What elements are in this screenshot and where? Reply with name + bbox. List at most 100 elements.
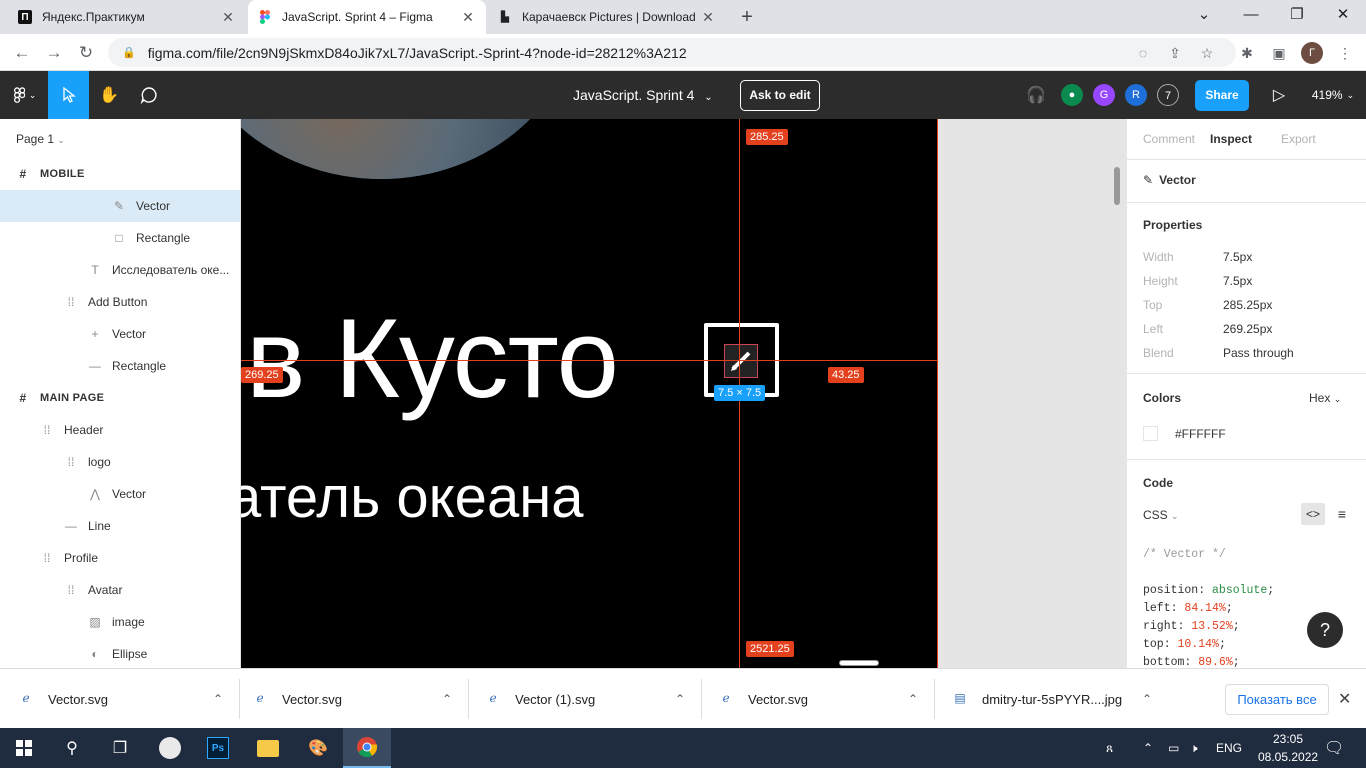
help-button[interactable]: ? [1307, 612, 1343, 648]
tab-inspect[interactable]: Inspect [1210, 132, 1252, 146]
windows-start-icon[interactable] [0, 728, 48, 768]
prop-value[interactable]: 269.25px [1223, 322, 1272, 336]
hand-tool-icon[interactable]: ✋ [89, 71, 129, 119]
chevron-up-icon[interactable]: ⌃ [442, 692, 452, 706]
avatar-ellipse-image[interactable] [241, 119, 581, 179]
close-tab-icon[interactable]: ✕ [460, 9, 476, 26]
download-item[interactable]: ℯ Vector.svg ⌃ [252, 669, 452, 729]
layer-row[interactable]: ✎ Vector [0, 190, 240, 222]
list-view-icon[interactable]: ≡ [1330, 503, 1354, 525]
zoom-dropdown[interactable]: 419% ⌄ [1306, 71, 1360, 119]
layer-row[interactable]: # MOBILE [0, 158, 240, 190]
ask-to-edit-button[interactable]: Ask to edit [740, 80, 820, 111]
user-avatar-g[interactable]: G [1093, 84, 1115, 106]
comment-tool-icon[interactable] [129, 71, 169, 119]
document-title[interactable]: JavaScript. Sprint 4 ⌄ [573, 71, 713, 119]
people-icon[interactable]: ጸ [1106, 728, 1113, 768]
horizontal-scrollbar[interactable] [839, 660, 879, 666]
forward-button[interactable]: → [42, 41, 66, 65]
layer-row[interactable]: — Rectangle [0, 350, 240, 382]
vertical-scrollbar[interactable] [1114, 167, 1120, 205]
file-explorer-icon[interactable] [244, 728, 292, 768]
paint-icon[interactable]: 🎨 [294, 728, 342, 768]
tray-chevron-up-icon[interactable]: ⌃ [1143, 728, 1153, 768]
layer-row[interactable]: □ Rectangle [0, 222, 240, 254]
move-tool-icon[interactable] [48, 71, 89, 119]
prop-value[interactable]: 285.25px [1223, 298, 1272, 312]
close-downloads-icon[interactable]: ✕ [1338, 689, 1351, 709]
language-indicator[interactable]: ENG [1216, 728, 1242, 768]
audio-headphones-icon[interactable]: 🎧 [1022, 71, 1050, 119]
address-bar[interactable]: 🔒 figma.com/file/2cn9N9jSkmxD84oJik7xL7/… [108, 38, 1236, 67]
share-page-icon[interactable]: ⇪ [1164, 42, 1186, 64]
extensions-puzzle-icon[interactable]: ✱ [1236, 42, 1258, 64]
color-hex-value[interactable]: #FFFFFF [1175, 427, 1226, 441]
chevron-up-icon[interactable]: ⌃ [1142, 692, 1152, 706]
user-avatar-r[interactable]: R [1125, 84, 1147, 106]
browser-tab-yandex[interactable]: П Яндекс.Практикум ✕ [8, 0, 246, 34]
layer-row[interactable]: + Vector [0, 318, 240, 350]
mobile-frame[interactable]: в Кусто атель океана [241, 119, 938, 668]
page-selector[interactable]: Page 1 ⌄ [16, 132, 65, 146]
prop-value[interactable]: 7.5px [1223, 274, 1252, 288]
volume-muted-icon[interactable]: 🕨 [1190, 728, 1198, 768]
color-format-dropdown[interactable]: Hex ⌄ [1309, 391, 1341, 405]
layer-row[interactable]: ⁞⁞ logo [0, 446, 240, 478]
battery-icon[interactable]: ▭ [1168, 728, 1179, 768]
viewer-count[interactable]: 7 [1157, 84, 1179, 106]
bookmark-star-icon[interactable]: ☆ [1196, 42, 1218, 64]
share-button[interactable]: Share [1195, 80, 1249, 111]
layer-row[interactable]: ⋀ Vector [0, 478, 240, 510]
new-tab-button[interactable]: + [736, 6, 758, 28]
profile-subtitle-text[interactable]: атель океана [241, 464, 584, 531]
tab-comment[interactable]: Comment [1143, 132, 1195, 146]
chevron-up-icon[interactable]: ⌃ [908, 692, 918, 706]
show-all-downloads-button[interactable]: Показать все [1225, 684, 1329, 715]
prop-value[interactable]: 7.5px [1223, 250, 1252, 264]
back-button[interactable]: ← [10, 41, 34, 65]
figma-menu-icon[interactable]: ⌄ [4, 71, 46, 119]
code-view-icon[interactable]: <> [1301, 503, 1325, 525]
profile-avatar[interactable]: Г [1301, 42, 1323, 64]
notifications-icon[interactable]: 🗨 [1324, 728, 1344, 768]
download-item[interactable]: ℯ Vector (1).svg ⌃ [485, 669, 685, 729]
photoshop-icon[interactable]: Ps [194, 728, 242, 768]
pencil-icon[interactable] [724, 344, 758, 378]
tab-export[interactable]: Export [1281, 132, 1316, 146]
browser-tab-karachaevsk[interactable]: ▙ Карачаевск Pictures | Download ✕ [488, 0, 726, 34]
browser-menu-icon[interactable]: ⋮ [1334, 42, 1356, 64]
chrome-icon[interactable] [343, 728, 391, 768]
profile-title-text[interactable]: в Кусто [246, 294, 619, 423]
present-play-icon[interactable]: ▷ [1266, 71, 1292, 119]
layer-row[interactable]: ⁞⁞ Profile [0, 542, 240, 574]
eye-off-icon[interactable]: ◌ [1132, 42, 1154, 64]
chevron-up-icon[interactable]: ⌃ [675, 692, 685, 706]
close-tab-icon[interactable]: ✕ [700, 9, 716, 26]
restore-button[interactable]: ❐ [1274, 0, 1320, 34]
download-item[interactable]: ℯ Vector.svg ⌃ [18, 669, 223, 729]
browser-tab-figma[interactable]: JavaScript. Sprint 4 – Figma ✕ [248, 0, 486, 34]
reload-button[interactable]: ↻ [74, 41, 98, 65]
code-language-dropdown[interactable]: CSS ⌄ [1143, 508, 1179, 522]
yandex-browser-icon[interactable] [146, 728, 194, 768]
color-swatch[interactable] [1143, 426, 1158, 441]
layer-row[interactable]: ▨ image [0, 606, 240, 638]
sidebar-toggle-icon[interactable]: ▣ [1268, 42, 1290, 64]
download-item[interactable]: ▤ dmitry-tur-5sPYYR....jpg ⌃ [952, 669, 1152, 729]
user-avatar-photo[interactable]: ● [1061, 84, 1083, 106]
layer-row[interactable]: — Line [0, 510, 240, 542]
search-icon[interactable]: ⚲ [48, 728, 96, 768]
layer-row[interactable]: ◐ Ellipse [0, 638, 240, 670]
layer-row[interactable]: ⁞⁞ Avatar [0, 574, 240, 606]
chevron-up-icon[interactable]: ⌃ [213, 692, 223, 706]
layer-row[interactable]: ⁞⁞ Header [0, 414, 240, 446]
layer-row[interactable]: T Исследователь оке... [0, 254, 240, 286]
close-window-button[interactable]: ✕ [1320, 0, 1366, 34]
minimize-button[interactable]: — [1228, 0, 1274, 34]
layer-row[interactable]: ⁞⁞ Add Button [0, 286, 240, 318]
layer-row[interactable]: # MAIN PAGE [0, 382, 240, 414]
prop-value[interactable]: Pass through [1223, 346, 1294, 360]
clock[interactable]: 23:05 08.05.2022 [1258, 730, 1318, 766]
task-view-icon[interactable]: ❐ [96, 728, 144, 768]
close-tab-icon[interactable]: ✕ [220, 9, 236, 26]
